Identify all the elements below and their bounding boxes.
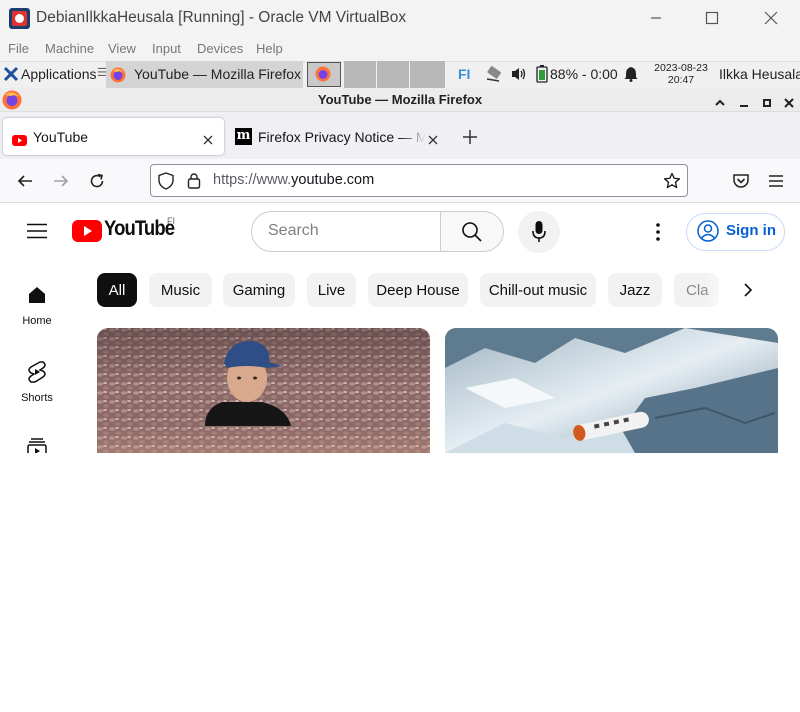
keyboard-layout[interactable]: FI bbox=[458, 66, 470, 82]
chip-chill-out-music[interactable]: Chill-out music bbox=[480, 273, 596, 307]
tracking-protection-shield-icon[interactable] bbox=[158, 172, 174, 190]
sign-in-label: Sign in bbox=[726, 222, 776, 239]
bookmark-star-icon[interactable] bbox=[663, 172, 681, 190]
chevron-right-icon[interactable] bbox=[739, 281, 757, 299]
workspace-3[interactable] bbox=[377, 61, 409, 88]
firefox-window-title: YouTube — Mozilla Firefox bbox=[317, 92, 483, 107]
shorts-icon[interactable] bbox=[26, 360, 48, 384]
sidebar-shorts-label[interactable]: Shorts bbox=[7, 392, 67, 404]
window-shade-icon[interactable] bbox=[714, 94, 726, 106]
youtube-favicon-icon bbox=[12, 131, 27, 146]
chip-gaming[interactable]: Gaming bbox=[223, 273, 295, 307]
mozilla-favicon-icon: m bbox=[235, 128, 252, 145]
lock-icon[interactable] bbox=[187, 172, 201, 189]
more-options-icon[interactable] bbox=[654, 222, 662, 242]
chip-music[interactable]: Music bbox=[149, 273, 212, 307]
subscriptions-icon[interactable] bbox=[26, 437, 48, 453]
country-code: FI bbox=[167, 216, 175, 226]
new-tab-icon[interactable] bbox=[462, 129, 478, 145]
workspace-firefox-icon bbox=[315, 66, 331, 82]
youtube-logo-text[interactable]: YouTube bbox=[104, 217, 175, 241]
sidebar-home-label[interactable]: Home bbox=[7, 315, 67, 327]
menu-input[interactable]: Input bbox=[152, 41, 181, 56]
menu-view[interactable]: View bbox=[108, 41, 136, 56]
panel-clock[interactable]: 2023-08-23 20:47 bbox=[650, 62, 712, 86]
menu-file[interactable]: File bbox=[8, 41, 29, 56]
volume-icon[interactable] bbox=[510, 66, 528, 82]
tab-privacy-title[interactable]: Firefox Privacy Notice — M bbox=[258, 129, 426, 145]
url-text[interactable]: https://www.youtube.com bbox=[213, 172, 374, 188]
network-icon[interactable] bbox=[483, 64, 503, 84]
applications-menu[interactable]: Applications bbox=[21, 66, 97, 82]
window-minimize-icon[interactable] bbox=[738, 94, 750, 107]
search-placeholder: Search bbox=[268, 222, 319, 239]
menu-devices[interactable]: Devices bbox=[197, 41, 243, 56]
window-maximize-icon[interactable] bbox=[761, 94, 773, 107]
close-icon[interactable] bbox=[757, 6, 785, 30]
guide-menu-icon[interactable] bbox=[27, 223, 47, 239]
tab-close-icon[interactable] bbox=[427, 131, 439, 145]
microphone-icon bbox=[531, 220, 547, 244]
chip-all[interactable]: All bbox=[97, 273, 137, 307]
video-thumbnail[interactable] bbox=[445, 328, 778, 453]
video-thumbnail[interactable] bbox=[97, 328, 430, 453]
minimize-icon[interactable] bbox=[642, 6, 670, 30]
xfce-mouse-icon bbox=[3, 66, 19, 82]
reload-icon[interactable] bbox=[88, 172, 106, 190]
chip-live[interactable]: Live bbox=[307, 273, 356, 307]
account-icon bbox=[697, 220, 719, 242]
virtualbox-icon bbox=[9, 8, 30, 29]
forward-icon[interactable] bbox=[52, 172, 70, 190]
pocket-icon[interactable] bbox=[732, 172, 750, 190]
hamburger-menu-icon[interactable] bbox=[768, 173, 784, 189]
maximize-icon[interactable] bbox=[698, 6, 726, 30]
battery-icon[interactable] bbox=[536, 65, 548, 83]
home-icon[interactable] bbox=[26, 284, 48, 306]
workspace-2[interactable] bbox=[344, 61, 376, 88]
back-icon[interactable] bbox=[16, 172, 34, 190]
battery-status: 88% - 0:00 bbox=[550, 66, 618, 82]
url-prefix: https://www. bbox=[213, 172, 292, 188]
window-close-icon[interactable] bbox=[783, 94, 795, 108]
chip-jazz[interactable]: Jazz bbox=[608, 273, 662, 307]
workspace-4[interactable] bbox=[410, 61, 445, 88]
chip-deep-house[interactable]: Deep House bbox=[368, 273, 468, 307]
youtube-logo-icon[interactable] bbox=[72, 220, 102, 242]
taskbar-firefox-label: YouTube — Mozilla Firefox bbox=[134, 66, 302, 82]
panel-user[interactable]: Ilkka Heusala bbox=[719, 66, 800, 82]
tab-close-icon[interactable] bbox=[202, 131, 214, 145]
clock-date: 2023-08-23 bbox=[654, 62, 708, 74]
clock-time: 20:47 bbox=[667, 74, 695, 86]
firefox-icon bbox=[110, 67, 126, 83]
url-domain: youtube.com bbox=[291, 172, 375, 188]
tab-youtube-title: YouTube bbox=[33, 129, 89, 145]
vbox-window-title: DebianIlkkaHeusala [Running] - Oracle VM… bbox=[36, 9, 407, 26]
menu-help[interactable]: Help bbox=[256, 41, 283, 56]
notification-bell-icon[interactable] bbox=[623, 66, 639, 82]
menu-machine[interactable]: Machine bbox=[45, 41, 94, 56]
search-icon bbox=[461, 221, 483, 243]
